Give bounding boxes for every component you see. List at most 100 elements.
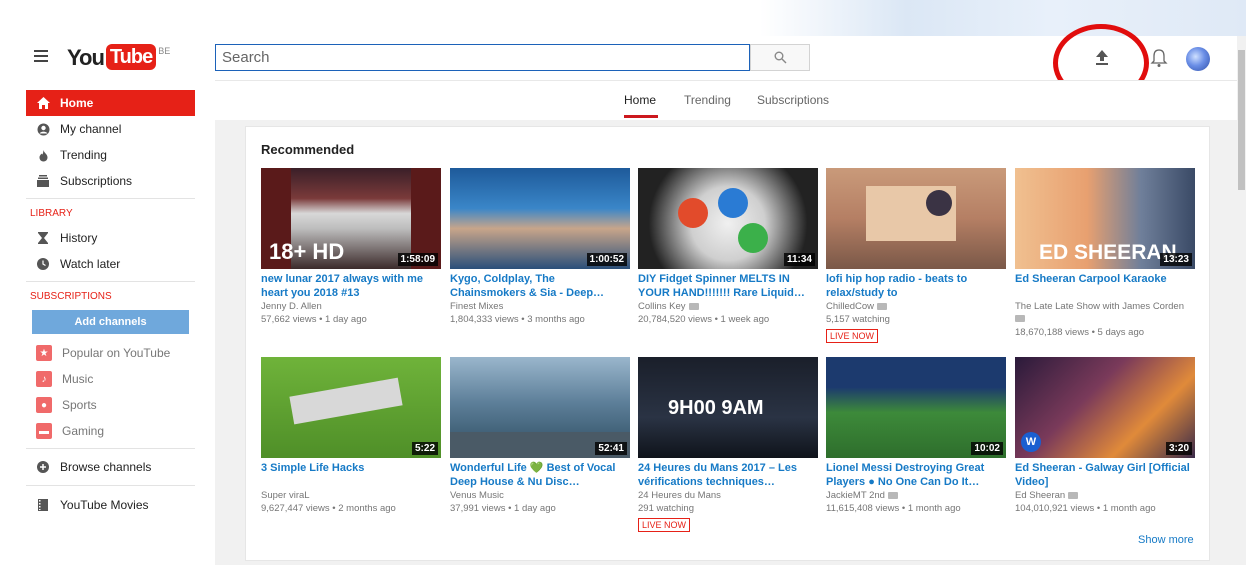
search-box	[215, 44, 750, 71]
video-meta: 5,157 watching	[826, 314, 890, 325]
video-title[interactable]: Ed Sheeran - Galway Girl [Official Video…	[1015, 461, 1195, 489]
video-thumbnail[interactable]: 18+ HD 1:58:09	[261, 168, 441, 269]
channel-name: Jenny D. Allen	[261, 301, 322, 312]
video-thumbnail[interactable]: 10:02	[826, 357, 1006, 458]
scrollbar-thumb[interactable]	[1238, 50, 1245, 190]
guide-item-history[interactable]: History	[26, 225, 195, 251]
video-card: 1:00:52 Kygo, Coldplay, The Chainsmokers…	[450, 168, 630, 326]
guide-item-label: Home	[60, 96, 94, 110]
flame-icon	[26, 149, 60, 162]
add-channels-button[interactable]: Add channels	[32, 310, 189, 334]
youtube-logo[interactable]: You Tube BE	[67, 44, 170, 72]
video-title[interactable]: lofi hip hop radio - beats to relax/stud…	[826, 272, 1006, 300]
video-channel[interactable]: JackieMT 2nd	[826, 489, 1006, 502]
video-duration: 5:22	[411, 442, 438, 455]
thumbnail-text: 18+ HD	[269, 239, 345, 264]
hamburger-menu-icon[interactable]	[34, 50, 48, 62]
video-meta: 11,615,408 views • 1 month ago	[826, 503, 961, 514]
tab-subscriptions[interactable]: Subscriptions	[757, 93, 829, 107]
logo-tube-text: Tube	[105, 44, 157, 70]
video-thumbnail[interactable]	[826, 168, 1006, 269]
video-channel[interactable]: 24 Heures du Mans	[638, 489, 818, 502]
video-channel[interactable]: Venus Music	[450, 489, 630, 502]
video-channel[interactable]: ChilledCow	[826, 300, 1006, 313]
guide-item-watch-later[interactable]: Watch later	[26, 251, 195, 277]
guide-item-home[interactable]: Home	[26, 90, 195, 116]
verified-badge-icon	[688, 303, 699, 310]
video-channel[interactable]: Super viraL	[261, 489, 441, 502]
video-title[interactable]: Ed Sheeran Carpool Karaoke	[1015, 272, 1195, 300]
subscriptions-heading: SUBSCRIPTIONS	[30, 291, 112, 302]
channel-name: Ed Sheeran	[1015, 490, 1066, 501]
vevo-logo-icon: W	[1021, 432, 1041, 452]
guide-item-trending[interactable]: Trending	[26, 142, 195, 168]
video-thumbnail[interactable]: 52:41	[450, 357, 630, 458]
guide-divider	[26, 281, 195, 282]
show-more-link[interactable]: Show more	[1138, 534, 1194, 546]
film-icon	[26, 499, 60, 511]
video-channel[interactable]: Finest Mixes	[450, 300, 630, 313]
video-thumbnail[interactable]: ED SHEERAN 13:23	[1015, 168, 1195, 269]
video-title[interactable]: 24 Heures du Mans 2017 – Les vérificatio…	[638, 461, 818, 489]
guide-item-label: Browse channels	[60, 460, 152, 474]
video-meta: 9,627,447 views • 2 months ago	[261, 503, 396, 514]
subscription-label: Music	[62, 372, 94, 386]
guide-item-label: History	[60, 231, 98, 245]
subscription-item-music[interactable]: ♪ Music	[26, 366, 195, 392]
subscription-item-popular[interactable]: ★ Popular on YouTube	[26, 340, 195, 366]
video-channel[interactable]: Collins Key	[638, 300, 818, 313]
video-duration: 1:58:09	[397, 253, 438, 266]
video-thumbnail[interactable]: W 3:20	[1015, 357, 1195, 458]
guide-item-my-channel[interactable]: My channel	[26, 116, 195, 142]
guide-item-youtube-movies[interactable]: YouTube Movies	[26, 490, 195, 520]
account-avatar[interactable]	[1186, 47, 1210, 71]
channel-name: Super viraL	[261, 490, 310, 501]
video-thumbnail[interactable]: 11:34	[638, 168, 818, 269]
upload-button[interactable]	[1091, 46, 1113, 70]
video-channel[interactable]: Ed Sheeran	[1015, 489, 1195, 502]
video-duration: 13:23	[1160, 253, 1192, 266]
tab-trending[interactable]: Trending	[684, 93, 731, 107]
star-icon: ★	[36, 345, 52, 361]
channel-name: JackieMT 2nd	[826, 490, 885, 501]
home-icon	[26, 97, 60, 109]
video-title[interactable]: Kygo, Coldplay, The Chainsmokers & Sia -…	[450, 272, 630, 300]
video-duration: 3:20	[1165, 442, 1192, 455]
video-title[interactable]: 3 Simple Life Hacks	[261, 461, 441, 489]
guide-item-label: Subscriptions	[60, 174, 133, 188]
video-card: 18+ HD 1:58:09 new lunar 2017 always wit…	[261, 168, 441, 326]
subscription-item-gaming[interactable]: ▬ Gaming	[26, 418, 195, 444]
video-channel[interactable]: The Late Late Show with James Corden	[1015, 300, 1195, 326]
video-title[interactable]: Wonderful Life 💚 Best of Vocal Deep Hous…	[450, 461, 630, 489]
search-button[interactable]	[750, 44, 810, 71]
video-channel[interactable]: Jenny D. Allen	[261, 300, 441, 313]
video-card: 11:34 DIY Fidget Spinner MELTS IN YOUR H…	[638, 168, 818, 326]
guide-item-label: YouTube Movies	[60, 498, 149, 512]
banner-clouds	[760, 0, 1246, 36]
video-thumbnail[interactable]: 9H00 9AM	[638, 357, 818, 458]
subscription-item-sports[interactable]: ● Sports	[26, 392, 195, 418]
video-thumbnail[interactable]: 1:00:52	[450, 168, 630, 269]
guide-item-label: Watch later	[60, 257, 121, 271]
video-meta: 1,804,333 views • 3 months ago	[450, 314, 585, 325]
channel-name: ChilledCow	[826, 301, 875, 312]
search-input[interactable]	[216, 45, 749, 70]
video-duration: 1:00:52	[586, 253, 627, 266]
video-thumbnail[interactable]: 5:22	[261, 357, 441, 458]
music-note-icon: ♪	[36, 371, 52, 387]
guide-item-browse-channels[interactable]: Browse channels	[26, 453, 195, 481]
video-title[interactable]: Lionel Messi Destroying Great Players ● …	[826, 461, 1006, 489]
channel-name: The Late Late Show with James Corden	[1015, 301, 1184, 312]
video-card: 10:02 Lionel Messi Destroying Great Play…	[826, 357, 1006, 515]
tab-home[interactable]: Home	[624, 93, 656, 107]
channel-name: Venus Music	[450, 490, 504, 501]
notifications-button[interactable]	[1148, 46, 1170, 70]
country-code: BE	[158, 46, 171, 56]
video-title[interactable]: new lunar 2017 always with me heart you …	[261, 272, 441, 300]
video-title[interactable]: DIY Fidget Spinner MELTS IN YOUR HAND!!!…	[638, 272, 818, 300]
guide-item-label: Trending	[60, 148, 107, 162]
gamepad-icon: ▬	[36, 423, 52, 439]
guide-divider	[26, 485, 195, 486]
guide-item-subscriptions[interactable]: Subscriptions	[26, 168, 195, 194]
section-title: Recommended	[261, 142, 355, 157]
